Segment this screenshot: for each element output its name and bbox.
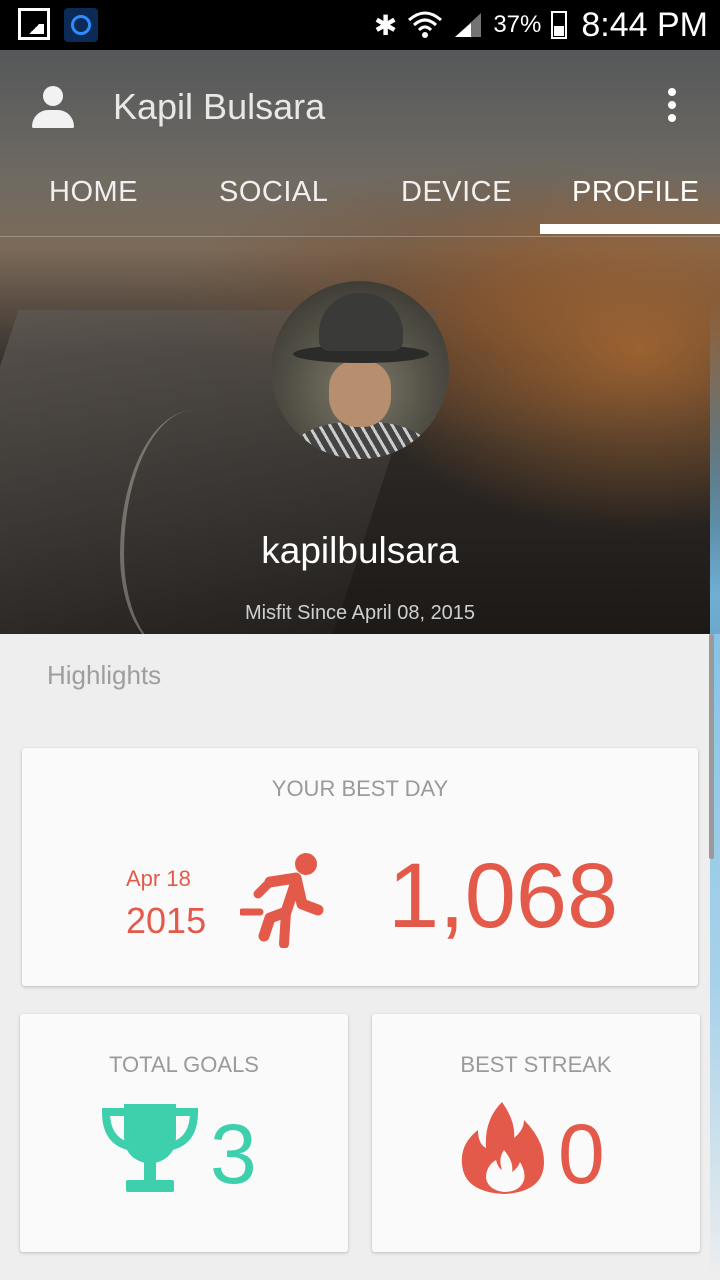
best-day-year: 2015 — [126, 900, 207, 941]
avatar[interactable] — [271, 281, 449, 459]
wifi-icon — [408, 11, 443, 38]
battery-icon — [551, 11, 568, 39]
running-person-icon — [240, 853, 324, 948]
clock: 8:44 PM — [581, 5, 708, 44]
total-goals-value: 3 — [210, 1107, 257, 1201]
best-streak-card[interactable]: BEST STREAK 0 — [372, 1014, 700, 1252]
best-streak-title: BEST STREAK — [460, 1052, 612, 1077]
signal-icon — [455, 13, 482, 37]
best-day-title: YOUR BEST DAY — [271, 776, 449, 801]
image-icon — [18, 8, 50, 40]
highlights-heading: Highlights — [47, 660, 162, 690]
status-bar: ✱ 37% 8:44 PM — [0, 0, 720, 50]
scrollbar[interactable] — [709, 634, 714, 859]
tab-social[interactable]: SOCIAL — [219, 176, 328, 209]
total-goals-card[interactable]: TOTAL GOALS 3 — [20, 1014, 348, 1252]
overflow-menu-icon[interactable] — [660, 88, 684, 128]
app-icon — [64, 8, 98, 42]
profile-username: kapilbulsara — [261, 530, 459, 571]
member-since: Misfit Since April 08, 2015 — [244, 602, 476, 624]
profile-cover: Kapil Bulsara HOME SOCIAL DEVICE PROFILE… — [0, 50, 720, 634]
best-day-value: 1,068 — [388, 845, 619, 947]
user-icon[interactable] — [30, 86, 76, 130]
tab-home[interactable]: HOME — [49, 176, 138, 209]
trophy-icon — [102, 1104, 198, 1192]
bluetooth-icon: ✱ — [373, 8, 398, 42]
tab-profile[interactable]: PROFILE — [572, 176, 700, 209]
best-day-card[interactable]: YOUR BEST DAY Apr 18 2015 1,068 — [22, 748, 698, 986]
tab-indicator — [540, 224, 720, 234]
app-bar-title: Kapil Bulsara — [113, 86, 326, 127]
total-goals-title: TOTAL GOALS — [109, 1052, 259, 1077]
tab-device[interactable]: DEVICE — [401, 176, 512, 209]
best-streak-value: 0 — [558, 1107, 605, 1201]
flame-icon — [461, 1102, 544, 1194]
battery-percent: 37% — [493, 11, 542, 38]
best-day-date: Apr 18 — [126, 866, 191, 891]
